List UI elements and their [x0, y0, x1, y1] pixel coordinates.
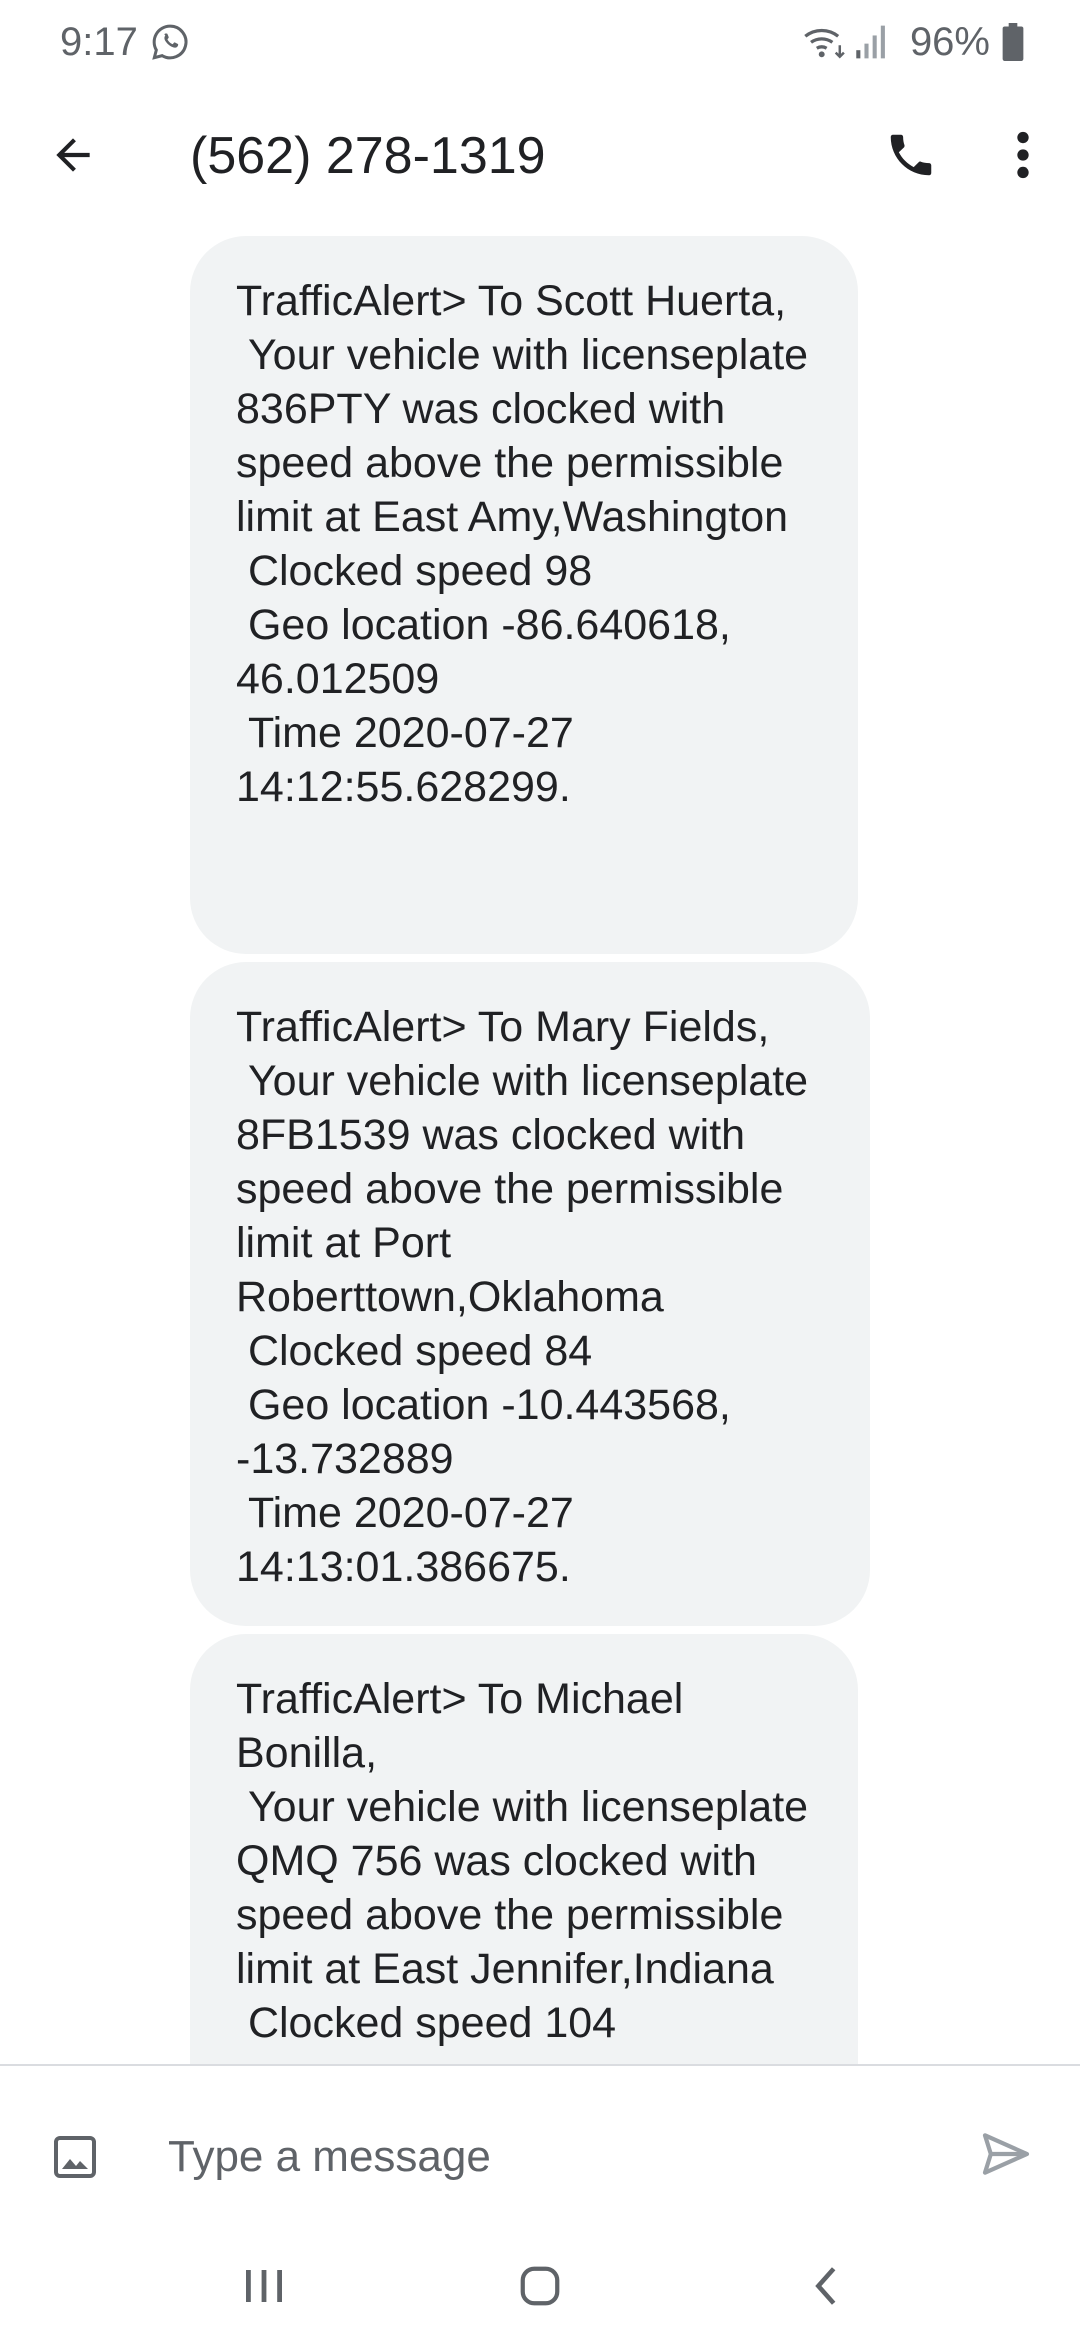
nav-back-button[interactable] — [796, 2256, 856, 2316]
send-icon — [982, 2133, 1030, 2175]
signal-icon — [856, 25, 885, 59]
message-input[interactable] — [160, 2114, 936, 2200]
status-time: 9:17 — [60, 20, 138, 64]
status-right-group: 96% — [802, 18, 1024, 66]
battery-percent: 96% — [909, 19, 990, 64]
more-vert-icon — [1017, 131, 1029, 179]
message-bubble[interactable]: TrafficAlert> To Mary Fields, Your vehic… — [190, 962, 870, 1626]
compose-bar — [0, 2066, 1080, 2236]
recents-icon — [246, 2270, 282, 2302]
battery-icon — [1002, 23, 1024, 61]
back-arrow-icon — [56, 138, 90, 172]
message-bubble[interactable]: TrafficAlert> To Michael Bonilla, Your v… — [190, 1634, 858, 2064]
image-icon — [54, 2136, 96, 2178]
attach-image-button[interactable] — [44, 2126, 106, 2188]
call-button[interactable] — [876, 120, 946, 190]
conversation-title: (562) 278-1319 — [190, 127, 546, 185]
phone-icon — [890, 134, 932, 176]
whatsapp-icon — [152, 24, 188, 60]
app-bar: (562) 278-1319 — [0, 84, 1080, 232]
status-bar: 9:17 96% — [0, 0, 1080, 84]
home-button[interactable] — [510, 2256, 570, 2316]
nav-back-icon — [815, 2267, 836, 2305]
back-button[interactable] — [38, 120, 108, 190]
more-options-button[interactable] — [1000, 120, 1046, 190]
system-nav-bar — [0, 2236, 1080, 2340]
home-icon — [520, 2266, 560, 2306]
message-list[interactable]: TrafficAlert> To Scott Huerta, Your vehi… — [0, 232, 1080, 2064]
message-bubble[interactable]: TrafficAlert> To Scott Huerta, Your vehi… — [190, 236, 858, 954]
send-button[interactable] — [970, 2118, 1042, 2190]
wifi-icon — [804, 28, 845, 59]
recents-button[interactable] — [234, 2256, 294, 2316]
